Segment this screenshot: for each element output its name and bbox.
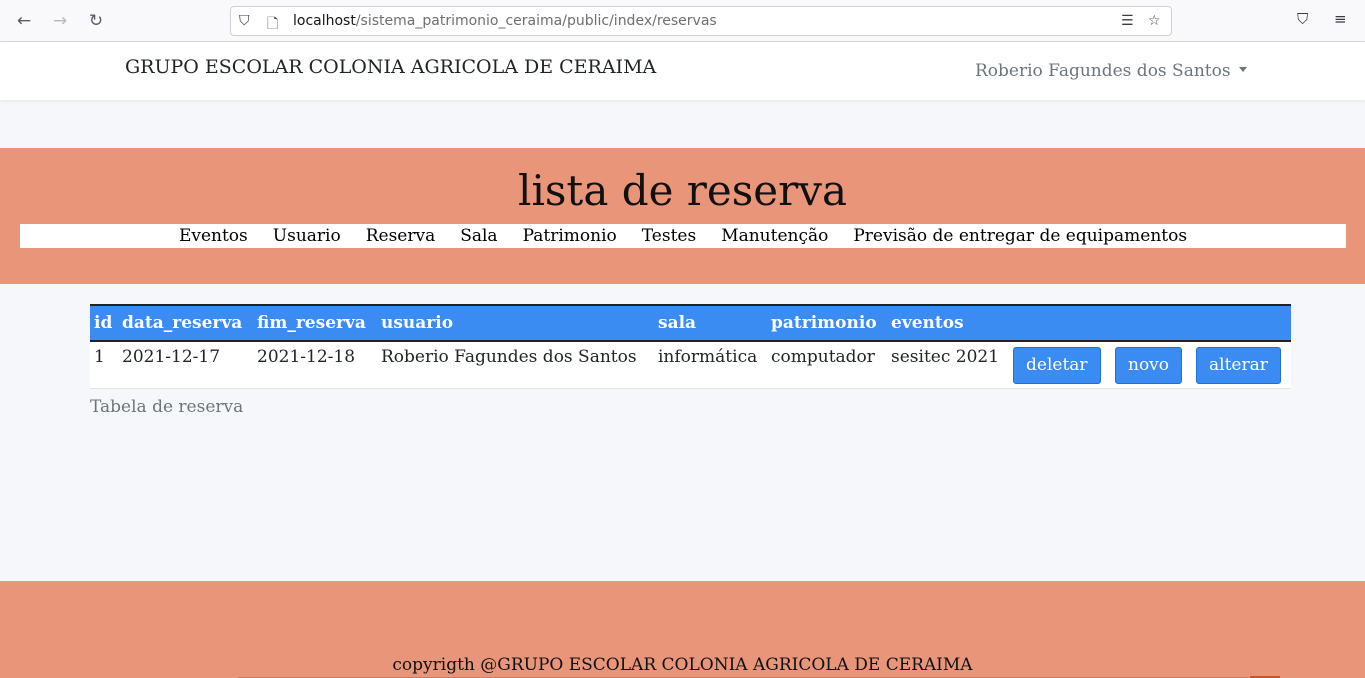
- pocket-icon[interactable]: ⛉: [1297, 10, 1308, 28]
- menu-link-patrimonio[interactable]: Patrimonio: [523, 226, 617, 246]
- bookmark-star-icon[interactable]: ☆: [1148, 13, 1161, 29]
- cell-action-new: novo: [1115, 341, 1196, 389]
- back-arrow-icon[interactable]: ←: [12, 9, 36, 33]
- user-name: Roberio Fagundes dos Santos: [975, 61, 1231, 81]
- new-button[interactable]: novo: [1115, 347, 1183, 384]
- page-title: lista de reserva: [518, 166, 847, 215]
- column-header-action-1: [1013, 304, 1115, 342]
- cell-sala: informática: [658, 341, 771, 389]
- reload-icon[interactable]: ↻: [84, 9, 108, 33]
- column-header-action-3: [1196, 304, 1291, 342]
- url-path: /sistema_patrimonio_ceraima/public/index…: [355, 13, 717, 29]
- cell-id: 1: [90, 341, 122, 389]
- column-header-data-reserva: data_reserva: [122, 304, 257, 342]
- cell-eventos: sesitec 2021: [891, 341, 1013, 389]
- url-text[interactable]: localhost/sistema_patrimonio_ceraima/pub…: [293, 13, 717, 29]
- cell-action-delete: deletar: [1013, 341, 1115, 389]
- cell-data-reserva: 2021-12-17: [122, 341, 257, 389]
- url-host: localhost: [293, 13, 356, 29]
- table-row: 1 2021-12-17 2021-12-18 Roberio Fagundes…: [90, 341, 1291, 389]
- table-caption: Tabela de reserva: [90, 397, 244, 417]
- table-header-row: id data_reserva fim_reserva usuario sala…: [90, 304, 1291, 342]
- edit-button[interactable]: alterar: [1196, 347, 1281, 384]
- address-bar[interactable]: ⛉ 🗋 localhost/sistema_patrimonio_ceraima…: [230, 6, 1172, 36]
- reservation-table: id data_reserva fim_reserva usuario sala…: [90, 304, 1291, 389]
- forward-arrow-icon[interactable]: →: [48, 9, 72, 33]
- column-header-patrimonio: patrimonio: [771, 304, 891, 342]
- reader-view-icon[interactable]: ☰: [1121, 13, 1134, 29]
- column-header-fim-reserva: fim_reserva: [257, 304, 381, 342]
- delete-button[interactable]: deletar: [1013, 347, 1101, 384]
- cell-fim-reserva: 2021-12-18: [257, 341, 381, 389]
- column-header-id: id: [90, 304, 122, 342]
- user-dropdown[interactable]: Roberio Fagundes dos Santos: [975, 61, 1247, 81]
- cell-action-edit: alterar: [1196, 341, 1291, 389]
- menu-link-usuario[interactable]: Usuario: [273, 226, 341, 246]
- menu-link-manutencao[interactable]: Manutenção: [721, 226, 828, 246]
- hamburger-menu-icon[interactable]: ≡: [1334, 10, 1347, 28]
- footer-copyright: copyrigth @GRUPO ESCOLAR COLONIA AGRICOL…: [392, 655, 973, 675]
- column-header-usuario: usuario: [381, 304, 658, 342]
- menu-link-reserva[interactable]: Reserva: [366, 226, 436, 246]
- cell-usuario: Roberio Fagundes dos Santos: [381, 341, 658, 389]
- menu-link-previsao[interactable]: Previsão de entregar de equipamentos: [853, 226, 1187, 246]
- reservation-table-container: id data_reserva fim_reserva usuario sala…: [90, 304, 1301, 389]
- page-icon[interactable]: 🗋: [267, 13, 278, 37]
- cell-patrimonio: computador: [771, 341, 891, 389]
- brand-title[interactable]: GRUPO ESCOLAR COLONIA AGRICOLA DE CERAIM…: [125, 56, 656, 78]
- menu-link-eventos[interactable]: Eventos: [179, 226, 248, 246]
- page-footer: copyrigth @GRUPO ESCOLAR COLONIA AGRICOL…: [0, 581, 1365, 678]
- menu-link-testes[interactable]: Testes: [642, 226, 696, 246]
- section-menu: Eventos Usuario Reserva Sala Patrimonio …: [20, 224, 1346, 248]
- hero-banner: lista de reserva Eventos Usuario Reserva…: [0, 148, 1365, 284]
- app-navbar: GRUPO ESCOLAR COLONIA AGRICOLA DE CERAIM…: [0, 42, 1365, 100]
- column-header-action-2: [1115, 304, 1196, 342]
- menu-link-sala[interactable]: Sala: [460, 226, 497, 246]
- shield-icon[interactable]: ⛉: [239, 13, 250, 29]
- column-header-eventos: eventos: [891, 304, 1013, 342]
- column-header-sala: sala: [658, 304, 771, 342]
- caret-down-icon: [1238, 67, 1247, 72]
- browser-toolbar: ← → ↻ ⛉ 🗋 localhost/sistema_patrimonio_c…: [0, 0, 1365, 42]
